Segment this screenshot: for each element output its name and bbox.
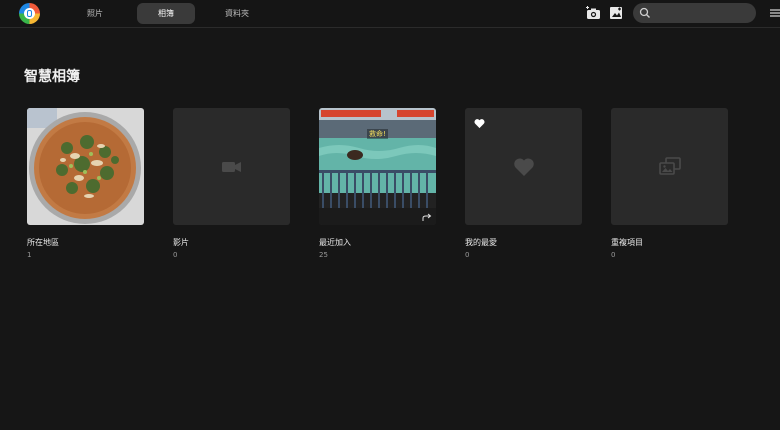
app-logo-icon[interactable] xyxy=(19,3,40,24)
album-duplicates[interactable]: 重複項目 0 xyxy=(611,108,729,259)
album-favorites[interactable]: 我的最愛 0 xyxy=(465,108,583,259)
search-icon xyxy=(639,7,650,18)
tab-photos[interactable]: 照片 xyxy=(75,3,115,24)
tab-albums[interactable]: 相簿 xyxy=(137,3,195,24)
album-thumbnail[interactable] xyxy=(465,108,582,225)
photo-caption: 救命! xyxy=(367,129,388,139)
menu-icon[interactable] xyxy=(770,8,780,18)
album-count: 0 xyxy=(611,251,616,259)
food-photo xyxy=(27,108,144,225)
album-count: 0 xyxy=(465,251,470,259)
section-title: 智慧相簿 xyxy=(24,69,80,85)
heart-icon xyxy=(474,119,485,129)
album-recently-added[interactable]: 救命! 最近加入 25 xyxy=(319,108,437,259)
search-box[interactable] xyxy=(633,3,756,23)
album-name: 所在地區 xyxy=(27,238,59,247)
tab-folders[interactable]: 資料夾 xyxy=(213,3,261,24)
heart-placeholder-icon xyxy=(514,158,534,176)
duplicate-placeholder-icon xyxy=(659,157,681,175)
album-videos[interactable]: 影片 0 xyxy=(173,108,291,259)
camera-add-icon[interactable] xyxy=(585,5,601,21)
search-input[interactable] xyxy=(655,5,751,21)
album-name: 最近加入 xyxy=(319,238,351,247)
share-icon xyxy=(422,213,432,221)
video-placeholder-icon xyxy=(222,162,241,172)
pool-photo xyxy=(319,108,436,225)
album-name: 我的最愛 xyxy=(465,238,497,247)
album-thumbnail[interactable] xyxy=(27,108,144,225)
album-location[interactable]: 所在地區 1 xyxy=(27,108,145,259)
album-name: 重複項目 xyxy=(611,238,643,247)
add-photo-icon[interactable] xyxy=(608,5,624,21)
album-thumbnail[interactable]: 救命! xyxy=(319,108,436,225)
top-bar: 照片 相簿 資料夾 xyxy=(0,0,780,28)
album-thumbnail[interactable] xyxy=(611,108,728,225)
album-count: 25 xyxy=(319,251,328,259)
album-name: 影片 xyxy=(173,238,189,247)
album-thumbnail[interactable] xyxy=(173,108,290,225)
album-count: 1 xyxy=(27,251,32,259)
album-count: 0 xyxy=(173,251,178,259)
